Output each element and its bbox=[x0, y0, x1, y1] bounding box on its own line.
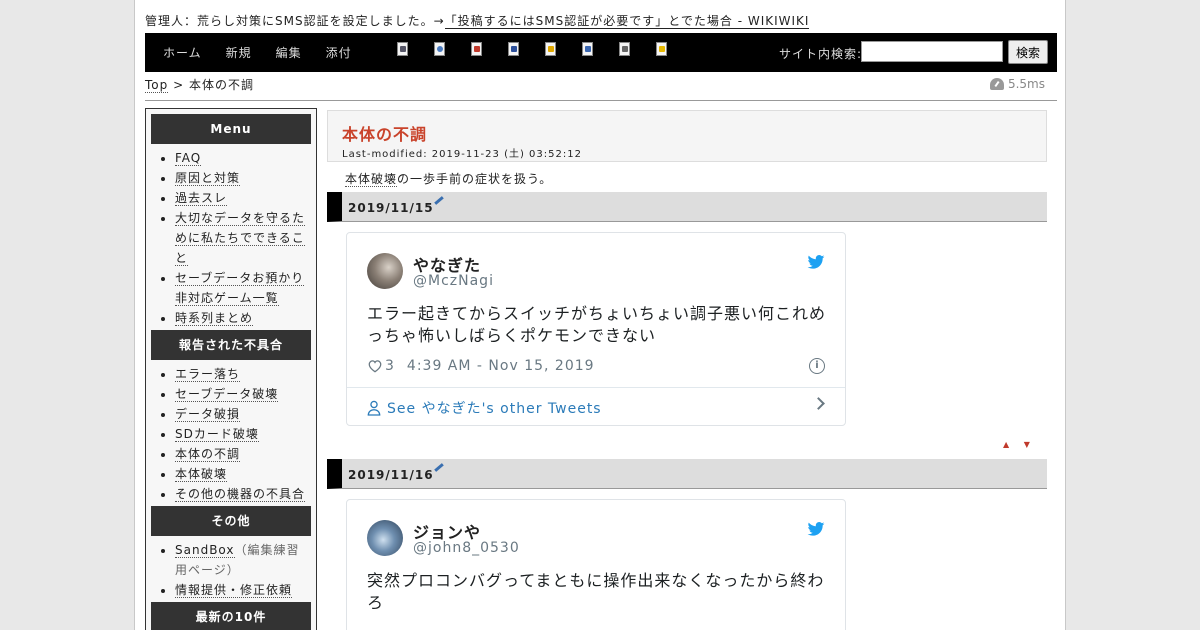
render-time: 5.5ms bbox=[989, 77, 1045, 91]
sidebar-item-console-issues[interactable]: 本体の不調 bbox=[175, 447, 241, 462]
notice-text: 管理人：荒らし対策にSMS認証を設定しました。→ bbox=[145, 14, 445, 28]
help-icon[interactable] bbox=[656, 42, 668, 57]
backup-icon[interactable] bbox=[508, 42, 520, 57]
header-divider bbox=[145, 100, 1057, 101]
sidebar-item-error-crash[interactable]: エラー落ち bbox=[175, 367, 241, 382]
section-heading: 2019/11/15 bbox=[327, 192, 1047, 222]
nav-attach[interactable]: 添付 bbox=[326, 44, 352, 61]
section-date: 2019/11/15 bbox=[348, 201, 434, 215]
info-icon[interactable]: i bbox=[809, 358, 825, 374]
sidebar-heading-other: その他 bbox=[151, 506, 311, 536]
breadcrumb-separator: > bbox=[173, 78, 185, 92]
person-icon bbox=[367, 400, 381, 416]
page-list-icon[interactable] bbox=[582, 42, 594, 57]
tweet-timestamp[interactable]: 4:39 AM - Nov 15, 2019 bbox=[407, 358, 595, 374]
sidebar-item-data-damage[interactable]: データ破損 bbox=[175, 407, 241, 422]
sms-notice-link[interactable]: 「投稿するにはSMS認証が必要です」とでた場合 - WIKIWIKI bbox=[444, 14, 810, 29]
see-other-tweets-link[interactable]: See やなぎた's other Tweets bbox=[367, 398, 602, 418]
embedded-tweet[interactable]: やなぎた @MczNagi エラー起きてからスイッチがちょいちょい調子悪い何これ… bbox=[346, 232, 846, 426]
sidebar-item-faq[interactable]: FAQ bbox=[175, 151, 202, 166]
chevron-right-icon[interactable] bbox=[812, 397, 825, 410]
nav-edit[interactable]: 編集 bbox=[276, 44, 302, 61]
sidebar-item-unsupported-games[interactable]: セーブデータお預かり非対応ゲーム一覧 bbox=[175, 271, 305, 306]
breadcrumb: Top > 本体の不調 bbox=[145, 76, 254, 93]
search-button[interactable]: 検索 bbox=[1008, 40, 1048, 64]
sidebar-item-sd-card[interactable]: SDカード破壊 bbox=[175, 427, 259, 442]
top-navbar: ホーム 新規 編集 添付 サイト内検索: 検索 bbox=[145, 33, 1057, 72]
avatar[interactable] bbox=[367, 520, 403, 556]
intro-link[interactable]: 本体破壊 bbox=[345, 172, 398, 187]
sidebar-menu: Menu FAQ 原因と対策 過去スレ 大切なデータを守るために私たちでできるこ… bbox=[145, 108, 317, 630]
sidebar-item-protect-data[interactable]: 大切なデータを守るために私たちでできること bbox=[175, 211, 306, 266]
search-label: サイト内検索: bbox=[779, 47, 863, 61]
last-modified: Last-modified: 2019-11-23 (土) 03:52:12 bbox=[342, 149, 582, 160]
page-header: 本体の不調 Last-modified: 2019-11-23 (土) 03:5… bbox=[327, 110, 1047, 162]
nav-home[interactable]: ホーム bbox=[163, 44, 202, 61]
heart-icon[interactable] bbox=[367, 359, 383, 373]
sidebar-heading-menu: Menu bbox=[151, 114, 311, 144]
section-date: 2019/11/16 bbox=[348, 468, 434, 482]
section-nav-arrows[interactable]: ▲ ▼ bbox=[1003, 440, 1036, 449]
see-other-tweets-label[interactable]: See やなぎた's other Tweets bbox=[387, 398, 602, 418]
rename-page-icon[interactable] bbox=[434, 42, 446, 57]
section-heading: 2019/11/16 bbox=[327, 459, 1047, 489]
twitter-bird-icon[interactable] bbox=[807, 522, 825, 536]
tweet-meta: 3 4:39 AM - Nov 15, 2019 bbox=[367, 358, 595, 374]
sidebar-item-other-devices[interactable]: その他の機器の不具合 bbox=[175, 487, 306, 502]
sidebar-item-save-corruption[interactable]: セーブデータ破壊 bbox=[175, 387, 279, 402]
tweet-text: エラー起きてからスイッチがちょいちょい調子悪い何これめっちゃ怖いしばらくポケモン… bbox=[367, 304, 827, 345]
tweet-author-handle[interactable]: @MczNagi bbox=[413, 273, 494, 289]
breadcrumb-current: 本体の不調 bbox=[188, 78, 254, 92]
page-title: 本体の不調 bbox=[342, 125, 428, 144]
sidebar-item-causes[interactable]: 原因と対策 bbox=[175, 171, 241, 186]
sidebar-item-feedback[interactable]: 情報提供・修正依頼 bbox=[175, 583, 293, 598]
sidebar-heading-recent: 最新の10件 bbox=[151, 602, 311, 630]
edit-pencil-icon[interactable] bbox=[434, 196, 444, 205]
intro-text: 本体破壊の一歩手前の症状を扱う。 bbox=[345, 170, 552, 187]
intro-body: の一歩手前の症状を扱う。 bbox=[397, 172, 553, 186]
embedded-tweet[interactable]: ジョンや @john8_0530 突然プロコンバグってまともに操作出来なくなった… bbox=[346, 499, 846, 630]
sidebar-heading-reported-bugs: 報告された不具合 bbox=[151, 330, 311, 360]
admin-notice: 管理人：荒らし対策にSMS認証を設定しました。→「投稿するにはSMS認証が必要で… bbox=[145, 12, 810, 29]
like-count[interactable]: 3 bbox=[385, 358, 395, 374]
recent-changes-icon[interactable] bbox=[619, 42, 631, 57]
sidebar-item-sandbox[interactable]: SandBox bbox=[175, 543, 235, 558]
sidebar-item-timeline[interactable]: 時系列まとめ bbox=[175, 311, 254, 326]
edit-pencil-icon[interactable] bbox=[434, 463, 444, 472]
tweet-text: 突然プロコンバグってまともに操作出来なくなったから終わろ bbox=[367, 571, 825, 612]
sidebar-item-past-threads[interactable]: 過去スレ bbox=[175, 191, 228, 206]
tweet-divider bbox=[347, 387, 845, 388]
tweet-author-handle[interactable]: @john8_0530 bbox=[413, 540, 520, 556]
wiki-page: 管理人：荒らし対策にSMS認証を設定しました。→「投稿するにはSMS認証が必要で… bbox=[134, 0, 1066, 630]
diff-icon[interactable] bbox=[471, 42, 483, 57]
avatar[interactable] bbox=[367, 253, 403, 289]
copy-page-icon[interactable] bbox=[397, 42, 409, 57]
speedometer-icon bbox=[989, 78, 1004, 90]
site-search-input[interactable] bbox=[861, 41, 1003, 62]
render-time-value: 5.5ms bbox=[1007, 77, 1045, 91]
breadcrumb-top-link[interactable]: Top bbox=[145, 78, 169, 93]
twitter-bird-icon[interactable] bbox=[807, 255, 825, 269]
sidebar-item-console-broken[interactable]: 本体破壊 bbox=[175, 467, 228, 482]
nav-new[interactable]: 新規 bbox=[226, 44, 252, 61]
freeze-icon[interactable] bbox=[545, 42, 557, 57]
